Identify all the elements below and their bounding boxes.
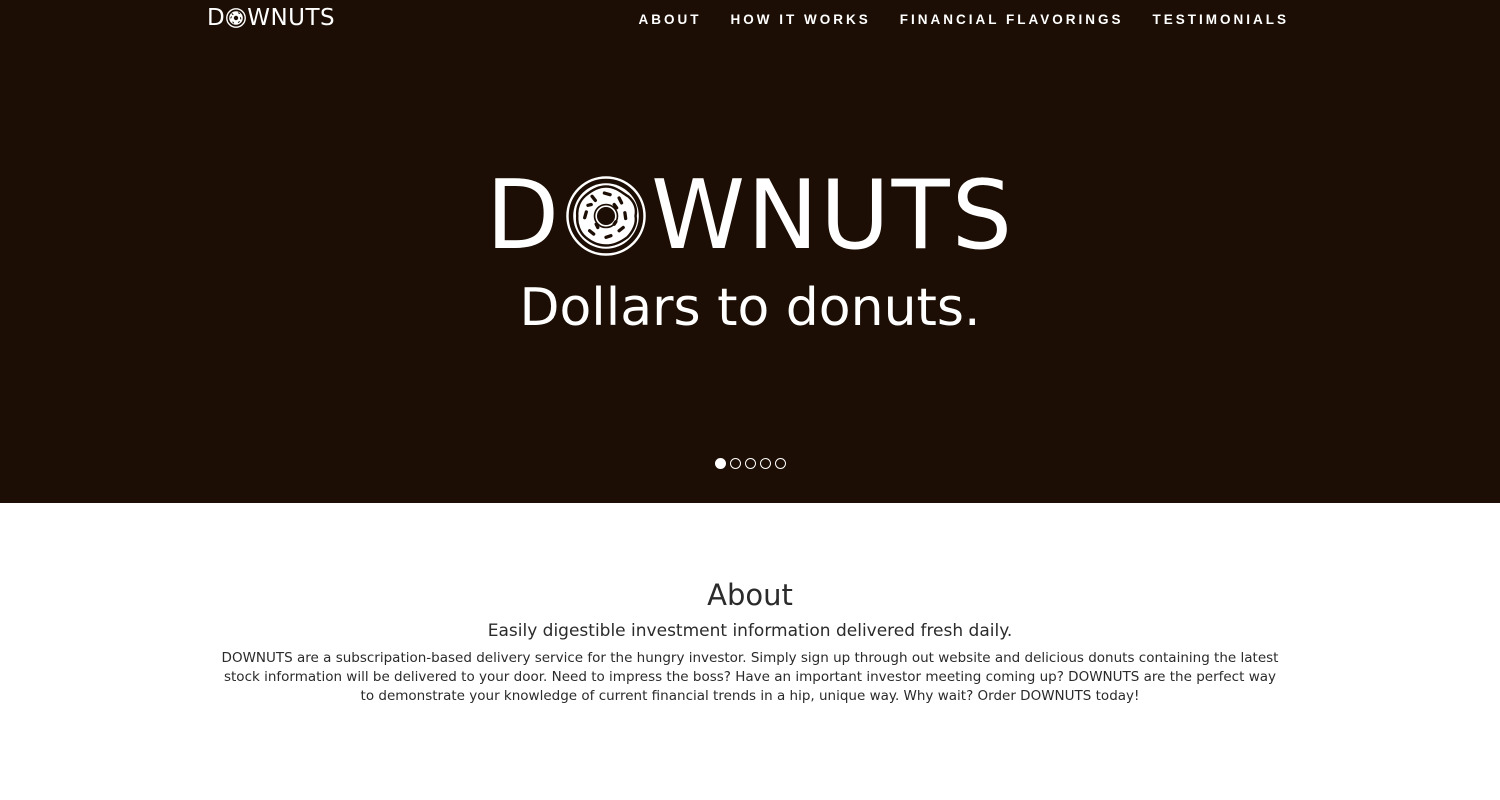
donut-icon: [226, 8, 247, 28]
hero-banner: D WNUTS ABOUT HOW IT WORKS FINANCIAL FLA…: [0, 0, 1500, 503]
about-section: About Easily digestible investment infor…: [0, 575, 1500, 706]
carousel-dot-1[interactable]: [714, 458, 726, 469]
nav-link-testimonials[interactable]: TESTIMONIALS: [1153, 11, 1290, 29]
logo-link[interactable]: D WNUTS: [207, 4, 335, 32]
carousel-dot-3[interactable]: [744, 458, 756, 469]
donut-icon: [565, 175, 647, 257]
nav-link-about[interactable]: ABOUT: [639, 11, 702, 29]
about-title: About: [707, 578, 793, 612]
brand-text-prefix: D: [485, 161, 562, 271]
about-subtitle: Easily digestible investment information…: [487, 621, 1013, 641]
nav-link-how-it-works[interactable]: HOW IT WORKS: [731, 11, 871, 29]
carousel-indicators: [0, 458, 1500, 469]
brand-text-suffix: WNUTS: [651, 161, 1015, 271]
logo-text-suffix: WNUTS: [247, 5, 336, 31]
carousel-dot-4[interactable]: [759, 458, 771, 469]
carousel-dot-2[interactable]: [729, 458, 741, 469]
logo-text-prefix: D: [207, 5, 226, 31]
nav-link-financial-flavorings[interactable]: FINANCIAL FLAVORINGS: [900, 11, 1124, 29]
main-nav: ABOUT HOW IT WORKS FINANCIAL FLAVORINGS …: [639, 11, 1290, 29]
hero-tagline: Dollars to donuts.: [519, 278, 981, 338]
carousel-dot-5[interactable]: [774, 458, 786, 469]
about-body: DOWNUTS are a subscripation-based delive…: [221, 650, 1279, 704]
hero-brand-wordmark: D WNUTS: [0, 166, 1500, 266]
